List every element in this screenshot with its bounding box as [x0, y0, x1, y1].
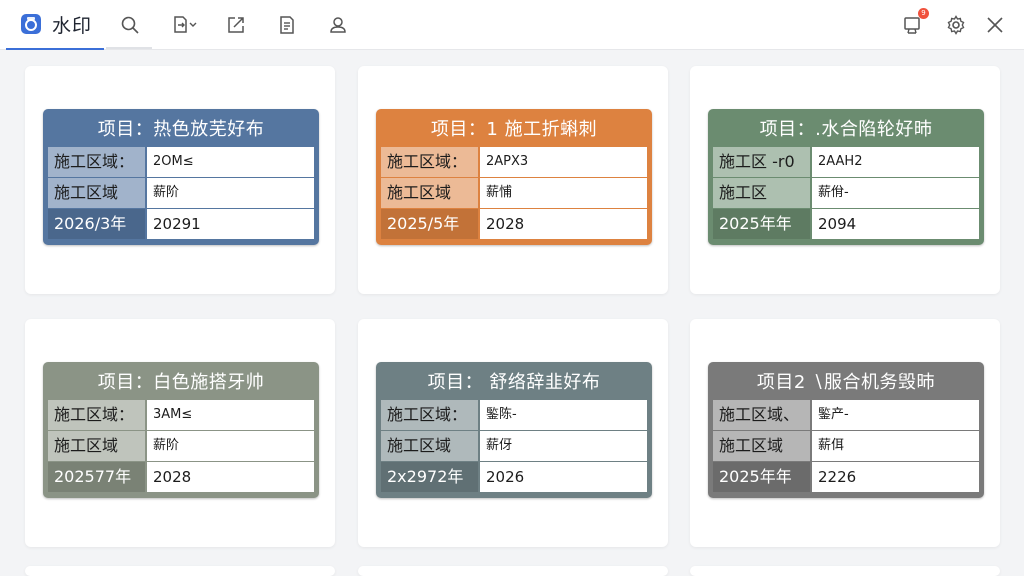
watermark-row: 施工区域 薪伢	[381, 431, 647, 461]
close-button[interactable]	[983, 13, 1007, 37]
row-value: 2AAH2	[812, 147, 979, 177]
watermark-row: 2ⅹ2972年 2026	[381, 462, 647, 492]
document-icon	[280, 16, 294, 34]
watermark-row: 2025年年 2094	[713, 209, 979, 239]
top-toolbar: 水印 9	[0, 0, 1024, 50]
row-value: 薪佾-	[812, 178, 979, 208]
row-label: 施工区 -r0	[713, 147, 810, 177]
watermark-card[interactable]: 项目2 ∖服合机务毁昁 施工区域、 鍳产- 施工区域 薪佴 2025年年 222…	[690, 319, 1000, 547]
watermark-row: 施工区 薪佾-	[713, 178, 979, 208]
row-value: 2226	[812, 462, 979, 492]
row-label: 2ⅹ2972年	[381, 462, 478, 492]
row-label: 施工区域、	[713, 400, 810, 430]
row-value: 鍳陈-	[480, 400, 647, 430]
watermark-title: 项目2 ∖服合机务毁昁	[756, 372, 936, 393]
watermark-row: 施工区域： 2APX3	[381, 147, 647, 177]
row-label: 施工区域	[713, 431, 810, 461]
watermark-card[interactable]	[690, 566, 1000, 576]
row-label: 2026/3年	[48, 209, 145, 239]
row-label: 施工区域	[48, 178, 145, 208]
watermark-title: 项目：.水合陷轮好昁	[759, 119, 933, 140]
row-value: 薪阶	[147, 431, 314, 461]
watermark-row: 202577年 2028	[48, 462, 314, 492]
export-dropdown-button[interactable]	[170, 13, 200, 37]
watermark-template[interactable]: 项目：.水合陷轮好昁 施工区 -r0 2AAH2 施工区 薪佾- 2025年年 …	[708, 109, 984, 245]
notification-badge: 9	[918, 8, 929, 19]
settings-icon	[947, 15, 965, 35]
user-icon	[330, 17, 346, 33]
watermark-row: 2026/3年 20291	[48, 209, 314, 239]
watermark-row: 施工区域： 2OM≤	[48, 147, 314, 177]
search-tab-indicator	[106, 47, 152, 49]
row-label: 施工区域	[381, 431, 478, 461]
watermark-title: 项目：白色施搭牙帅	[97, 372, 265, 393]
row-value: 鍳产-	[812, 400, 979, 430]
row-value: 薪佴	[812, 431, 979, 461]
row-label: 2025年年	[713, 462, 810, 492]
app-title: 水印	[52, 14, 93, 37]
watermark-title: 项目：热色放芜好布	[97, 119, 265, 140]
watermark-template[interactable]: 项目2 ∖服合机务毁昁 施工区域、 鍳产- 施工区域 薪佴 2025年年 222…	[708, 362, 984, 498]
watermark-title: 项目：1 施工折蝌刺	[430, 119, 598, 140]
watermark-card[interactable]	[358, 566, 668, 576]
watermark-row: 施工区域 薪阶	[48, 431, 314, 461]
row-value: 薪伢	[480, 431, 647, 461]
document-button[interactable]	[275, 13, 299, 37]
search-button[interactable]	[118, 13, 142, 37]
watermark-card[interactable]: 项目：白色施搭牙帅 施工区域： 3AM≤ 施工区域 薪阶 202577年 202…	[25, 319, 335, 547]
watermark-row: 2025/5年 2028	[381, 209, 647, 239]
row-label: 施工区域：	[48, 400, 145, 430]
settings-button[interactable]	[944, 13, 968, 37]
user-button[interactable]	[326, 13, 350, 37]
watermark-card[interactable]: 项目： 舒络辞韭好布 施工区域： 鍳陈- 施工区域 薪伢 2ⅹ2972年 202…	[358, 319, 668, 547]
row-value: 2APX3	[480, 147, 647, 177]
row-label: 2025/5年	[381, 209, 478, 239]
share-icon	[228, 17, 244, 33]
watermark-row: 施工区域、 鍳产-	[713, 400, 979, 430]
watermark-card[interactable]: 项目：1 施工折蝌刺 施工区域： 2APX3 施工区域 薪悑 2025/5年 2…	[358, 66, 668, 294]
row-value: 薪阶	[147, 178, 314, 208]
row-value: 20291	[147, 209, 314, 239]
row-label: 施工区域：	[48, 147, 145, 177]
watermark-template[interactable]: 项目：热色放芜好布 施工区域： 2OM≤ 施工区域 薪阶 2026/3年 202…	[43, 109, 319, 245]
row-value: 3AM≤	[147, 400, 314, 430]
tab-watermark[interactable]: 水印	[6, 0, 104, 50]
watermark-row: 2025年年 2226	[713, 462, 979, 492]
row-label: 施工区域：	[381, 400, 478, 430]
search-icon	[121, 16, 139, 34]
share-button[interactable]	[224, 13, 248, 37]
camera-icon	[21, 14, 41, 34]
watermark-title: 项目： 舒络辞韭好布	[427, 372, 601, 393]
watermark-row: 施工区 -r0 2AAH2	[713, 147, 979, 177]
watermark-row: 施工区域 薪悑	[381, 178, 647, 208]
watermark-card[interactable]	[25, 566, 335, 576]
watermark-template[interactable]: 项目： 舒络辞韭好布 施工区域： 鍳陈- 施工区域 薪伢 2ⅹ2972年 202…	[376, 362, 652, 498]
watermark-card[interactable]: 项目：.水合陷轮好昁 施工区 -r0 2AAH2 施工区 薪佾- 2025年年 …	[690, 66, 1000, 294]
row-label: 202577年	[48, 462, 145, 492]
row-value: 薪悑	[480, 178, 647, 208]
watermark-row: 施工区域： 3AM≤	[48, 400, 314, 430]
row-value: 2028	[147, 462, 314, 492]
watermark-template[interactable]: 项目：1 施工折蝌刺 施工区域： 2APX3 施工区域 薪悑 2025/5年 2…	[376, 109, 652, 245]
notification-icon	[904, 17, 920, 34]
row-label: 施工区域：	[381, 147, 478, 177]
row-label: 施工区域	[48, 431, 145, 461]
row-value: 2094	[812, 209, 979, 239]
row-value: 2026	[480, 462, 647, 492]
row-label: 施工区域	[381, 178, 478, 208]
row-value: 2028	[480, 209, 647, 239]
row-label: 施工区	[713, 178, 810, 208]
watermark-template[interactable]: 项目：白色施搭牙帅 施工区域： 3AM≤ 施工区域 薪阶 202577年 202…	[43, 362, 319, 498]
watermark-row: 施工区域 薪阶	[48, 178, 314, 208]
watermark-card[interactable]: 项目：热色放芜好布 施工区域： 2OM≤ 施工区域 薪阶 2026/3年 202…	[25, 66, 335, 294]
export-dropdown-icon	[174, 16, 197, 33]
watermark-row: 施工区域： 鍳陈-	[381, 400, 647, 430]
watermark-row: 施工区域 薪佴	[713, 431, 979, 461]
row-label: 2025年年	[713, 209, 810, 239]
close-icon	[987, 17, 1003, 33]
row-value: 2OM≤	[147, 147, 314, 177]
